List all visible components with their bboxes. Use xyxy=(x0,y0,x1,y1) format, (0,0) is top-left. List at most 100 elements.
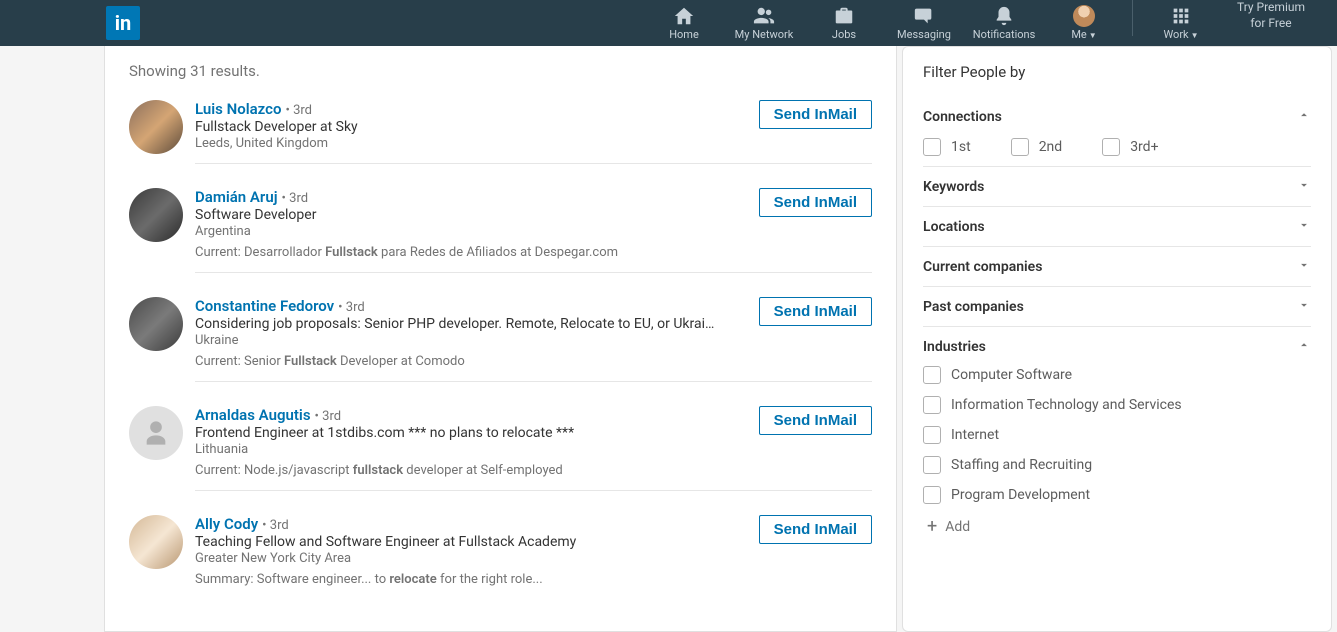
search-result: Damián Aruj • 3rdSoftware DeveloperArgen… xyxy=(105,176,896,285)
filter-label: Past companies xyxy=(923,299,1024,315)
premium-line2: for Free xyxy=(1250,16,1291,32)
industry-checkbox[interactable]: Internet xyxy=(923,426,1311,444)
nav-divider xyxy=(1132,0,1133,36)
add-industry[interactable]: + Add xyxy=(923,516,1311,537)
people-icon xyxy=(753,6,775,26)
result-extra: Summary: Software engineer... to relocat… xyxy=(195,572,759,587)
filter-industries: Industries Computer Software Information … xyxy=(923,327,1311,547)
nav-messaging[interactable]: Messaging xyxy=(884,0,964,46)
nav-home[interactable]: Home xyxy=(644,0,724,46)
add-label: Add xyxy=(945,519,970,535)
filter-past-companies-header[interactable]: Past companies xyxy=(923,297,1311,316)
message-icon xyxy=(913,6,935,26)
result-extra: Current: Senior Fullstack Developer at C… xyxy=(195,354,759,369)
chevron-down-icon xyxy=(1297,257,1311,276)
send-inmail-button[interactable]: Send InMail xyxy=(759,297,872,326)
filter-locations: Locations xyxy=(923,207,1311,247)
send-inmail-button[interactable]: Send InMail xyxy=(759,100,872,129)
grid-icon xyxy=(1170,6,1192,26)
result-location: Argentina xyxy=(195,224,759,239)
result-name[interactable]: Luis Nolazco xyxy=(195,100,281,118)
result-headline: Teaching Fellow and Software Engineer at… xyxy=(195,534,715,550)
home-icon xyxy=(673,6,695,26)
nav-label: Home xyxy=(669,28,699,41)
premium-cta[interactable]: Try Premium for Free xyxy=(1221,0,1321,31)
filter-label: Locations xyxy=(923,219,985,235)
checkbox-label: 2nd xyxy=(1039,139,1063,155)
result-name[interactable]: Arnaldas Augutis xyxy=(195,406,311,424)
connection-degree: • 3rd xyxy=(285,103,312,118)
connection-checkbox-1st[interactable]: 1st xyxy=(923,138,971,156)
checkbox-icon xyxy=(1102,138,1120,156)
checkbox-icon xyxy=(923,456,941,474)
avatar[interactable] xyxy=(129,515,183,569)
result-location: Lithuania xyxy=(195,442,759,457)
avatar[interactable] xyxy=(129,188,183,242)
bell-icon xyxy=(993,6,1015,26)
checkbox-icon xyxy=(923,396,941,414)
filter-industries-header[interactable]: Industries xyxy=(923,337,1311,356)
briefcase-icon xyxy=(833,6,855,26)
result-headline: Frontend Engineer at 1stdibs.com *** no … xyxy=(195,425,715,441)
checkbox-icon xyxy=(1011,138,1029,156)
chevron-up-icon xyxy=(1297,107,1311,126)
filter-title: Filter People by xyxy=(923,63,1311,81)
chevron-up-icon xyxy=(1297,337,1311,356)
avatar[interactable] xyxy=(129,297,183,351)
search-result: Ally Cody • 3rdTeaching Fellow and Softw… xyxy=(105,503,896,611)
send-inmail-button[interactable]: Send InMail xyxy=(759,406,872,435)
nav-jobs[interactable]: Jobs xyxy=(804,0,884,46)
filter-label: Current companies xyxy=(923,259,1042,275)
result-name[interactable]: Damián Aruj xyxy=(195,188,278,206)
checkbox-label: Internet xyxy=(951,427,999,443)
result-location: Leeds, United Kingdom xyxy=(195,136,759,151)
filter-label: Connections xyxy=(923,109,1002,125)
checkbox-label: 1st xyxy=(951,139,971,155)
plus-icon: + xyxy=(927,516,937,537)
linkedin-logo[interactable]: in xyxy=(106,6,140,40)
result-location: Greater New York City Area xyxy=(195,551,759,566)
result-extra: Current: Desarrollador Fullstack para Re… xyxy=(195,245,759,260)
industry-checkbox[interactable]: Program Development xyxy=(923,486,1311,504)
filter-locations-header[interactable]: Locations xyxy=(923,217,1311,236)
chevron-down-icon xyxy=(1297,297,1311,316)
send-inmail-button[interactable]: Send InMail xyxy=(759,515,872,544)
result-headline: Software Developer xyxy=(195,207,715,223)
connection-degree: • 3rd xyxy=(262,518,289,533)
checkbox-icon xyxy=(923,138,941,156)
nav-me[interactable]: Me▼ xyxy=(1044,0,1124,46)
nav-label: Work▼ xyxy=(1163,28,1198,41)
chevron-down-icon xyxy=(1297,177,1311,196)
checkbox-icon xyxy=(923,426,941,444)
nav-label: Jobs xyxy=(832,28,856,41)
avatar[interactable] xyxy=(129,100,183,154)
industry-checkbox[interactable]: Information Technology and Services xyxy=(923,396,1311,414)
filter-past-companies: Past companies xyxy=(923,287,1311,327)
result-location: Ukraine xyxy=(195,333,759,348)
result-headline: Considering job proposals: Senior PHP de… xyxy=(195,316,715,332)
premium-line1: Try Premium xyxy=(1237,0,1305,16)
connection-checkbox-3rd+[interactable]: 3rd+ xyxy=(1102,138,1158,156)
connection-degree: • 3rd xyxy=(282,191,309,206)
filter-connections-header[interactable]: Connections xyxy=(923,107,1311,126)
checkbox-label: Staffing and Recruiting xyxy=(951,457,1092,473)
avatar[interactable] xyxy=(129,406,183,460)
result-name[interactable]: Ally Cody xyxy=(195,515,258,533)
industry-checkbox[interactable]: Computer Software xyxy=(923,366,1311,384)
filter-label: Industries xyxy=(923,339,986,355)
nav-label: Me▼ xyxy=(1071,28,1096,41)
avatar-icon xyxy=(1073,6,1095,26)
industry-checkbox[interactable]: Staffing and Recruiting xyxy=(923,456,1311,474)
filter-keywords-header[interactable]: Keywords xyxy=(923,177,1311,196)
search-result: Constantine Fedorov • 3rdConsidering job… xyxy=(105,285,896,394)
nav-notifications[interactable]: Notifications xyxy=(964,0,1044,46)
result-name[interactable]: Constantine Fedorov xyxy=(195,297,334,315)
send-inmail-button[interactable]: Send InMail xyxy=(759,188,872,217)
chevron-down-icon: ▼ xyxy=(1191,31,1199,40)
connection-checkbox-2nd[interactable]: 2nd xyxy=(1011,138,1063,156)
nav-work[interactable]: Work▼ xyxy=(1141,0,1221,46)
filter-connections: Connections 1st 2nd 3rd+ xyxy=(923,97,1311,167)
filter-current-companies-header[interactable]: Current companies xyxy=(923,257,1311,276)
filter-current-companies: Current companies xyxy=(923,247,1311,287)
nav-my-network[interactable]: My Network xyxy=(724,0,804,46)
